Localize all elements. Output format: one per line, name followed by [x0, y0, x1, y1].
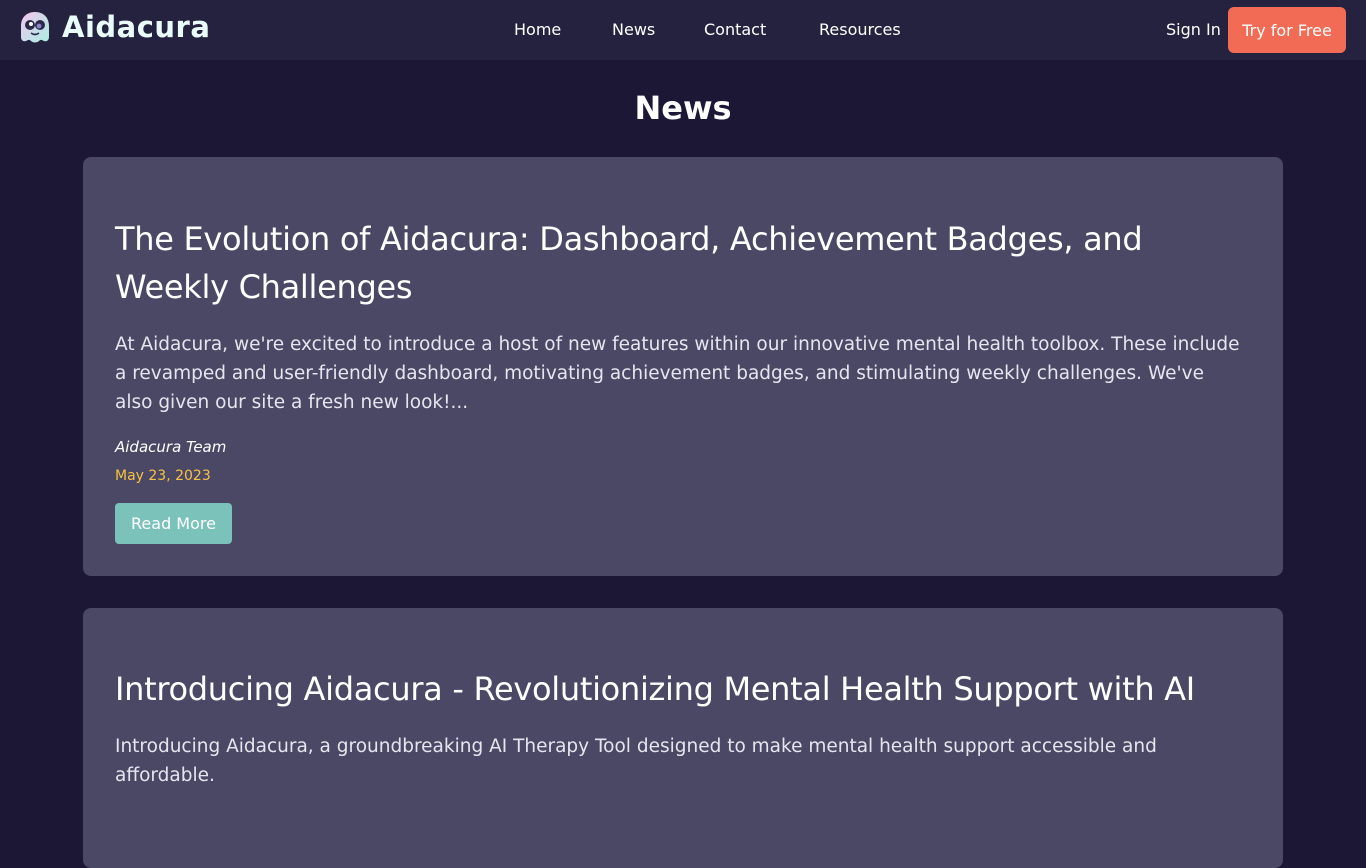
brand-name: Aidacura [62, 10, 211, 44]
brand-home-link[interactable]: Aidacura [18, 10, 210, 44]
news-card-title: The Evolution of Aidacura: Dashboard, Ac… [115, 220, 1143, 306]
news-card-date: May 23, 2023 [115, 468, 211, 484]
news-card-excerpt: Introducing Aidacura, a groundbreaking A… [115, 736, 1157, 786]
nav-home-link[interactable]: Home [514, 20, 561, 40]
page-title: News [634, 89, 732, 127]
news-card-excerpt: At Aidacura, we're excited to introduce … [115, 334, 1240, 413]
top-navbar: Aidacura Home News Contact Resources Sig… [0, 0, 1366, 60]
try-for-free-button[interactable]: Try for Free [1228, 7, 1346, 53]
news-card: The Evolution of Aidacura: Dashboard, Ac… [83, 157, 1283, 576]
nav-contact-link[interactable]: Contact [704, 20, 766, 40]
news-card: Introducing Aidacura - Revolutionizing M… [83, 608, 1283, 868]
nav-news-link[interactable]: News [612, 20, 655, 40]
news-card-author: Aidacura Team [115, 438, 227, 456]
sign-in-link[interactable]: Sign In [1166, 20, 1221, 40]
news-card-title: Introducing Aidacura - Revolutionizing M… [115, 670, 1195, 708]
nav-resources-link[interactable]: Resources [819, 20, 901, 40]
aidacura-ghost-logo-icon [21, 12, 49, 43]
read-more-button[interactable]: Read More [115, 503, 232, 544]
